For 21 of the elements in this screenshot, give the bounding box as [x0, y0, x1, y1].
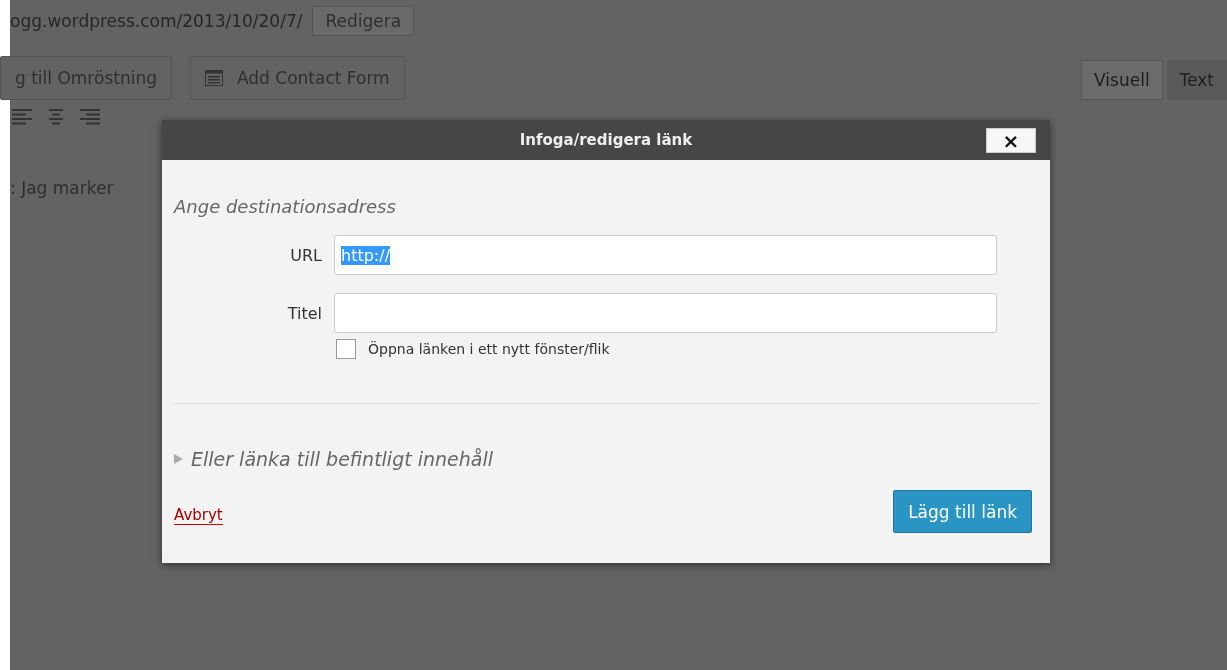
existing-content-toggle[interactable]: Eller länka till befintligt innehåll [191, 448, 493, 470]
align-right-icon[interactable] [80, 108, 100, 126]
permalink-text: ogg.wordpress.com/2013/10/20/7/ [10, 11, 303, 31]
edit-button[interactable]: Redigera [312, 6, 415, 36]
url-field[interactable]: http:// [334, 235, 997, 275]
dialog-title: Infoga/redigera länk [519, 131, 693, 149]
section-heading: Ange destinationsadress [174, 196, 397, 217]
cancel-link[interactable]: Avbryt [174, 506, 223, 525]
title-field[interactable] [334, 293, 997, 333]
expand-triangle-icon[interactable] [174, 454, 183, 464]
field-label: Titel [286, 303, 322, 323]
close-button[interactable]: × [986, 128, 1036, 153]
align-center-icon[interactable] [46, 108, 66, 126]
checkbox-label: Öppna länken i ett nytt fönster/flik [368, 341, 610, 357]
field-label: URL [289, 245, 322, 265]
add-link-button[interactable]: Lägg till länk [893, 490, 1032, 533]
align-left-icon[interactable] [12, 108, 32, 126]
checkbox[interactable] [336, 339, 356, 359]
editor-tab[interactable]: Text [1166, 60, 1227, 100]
editor-tab[interactable]: Visuell [1081, 60, 1163, 100]
form-icon [205, 70, 223, 86]
